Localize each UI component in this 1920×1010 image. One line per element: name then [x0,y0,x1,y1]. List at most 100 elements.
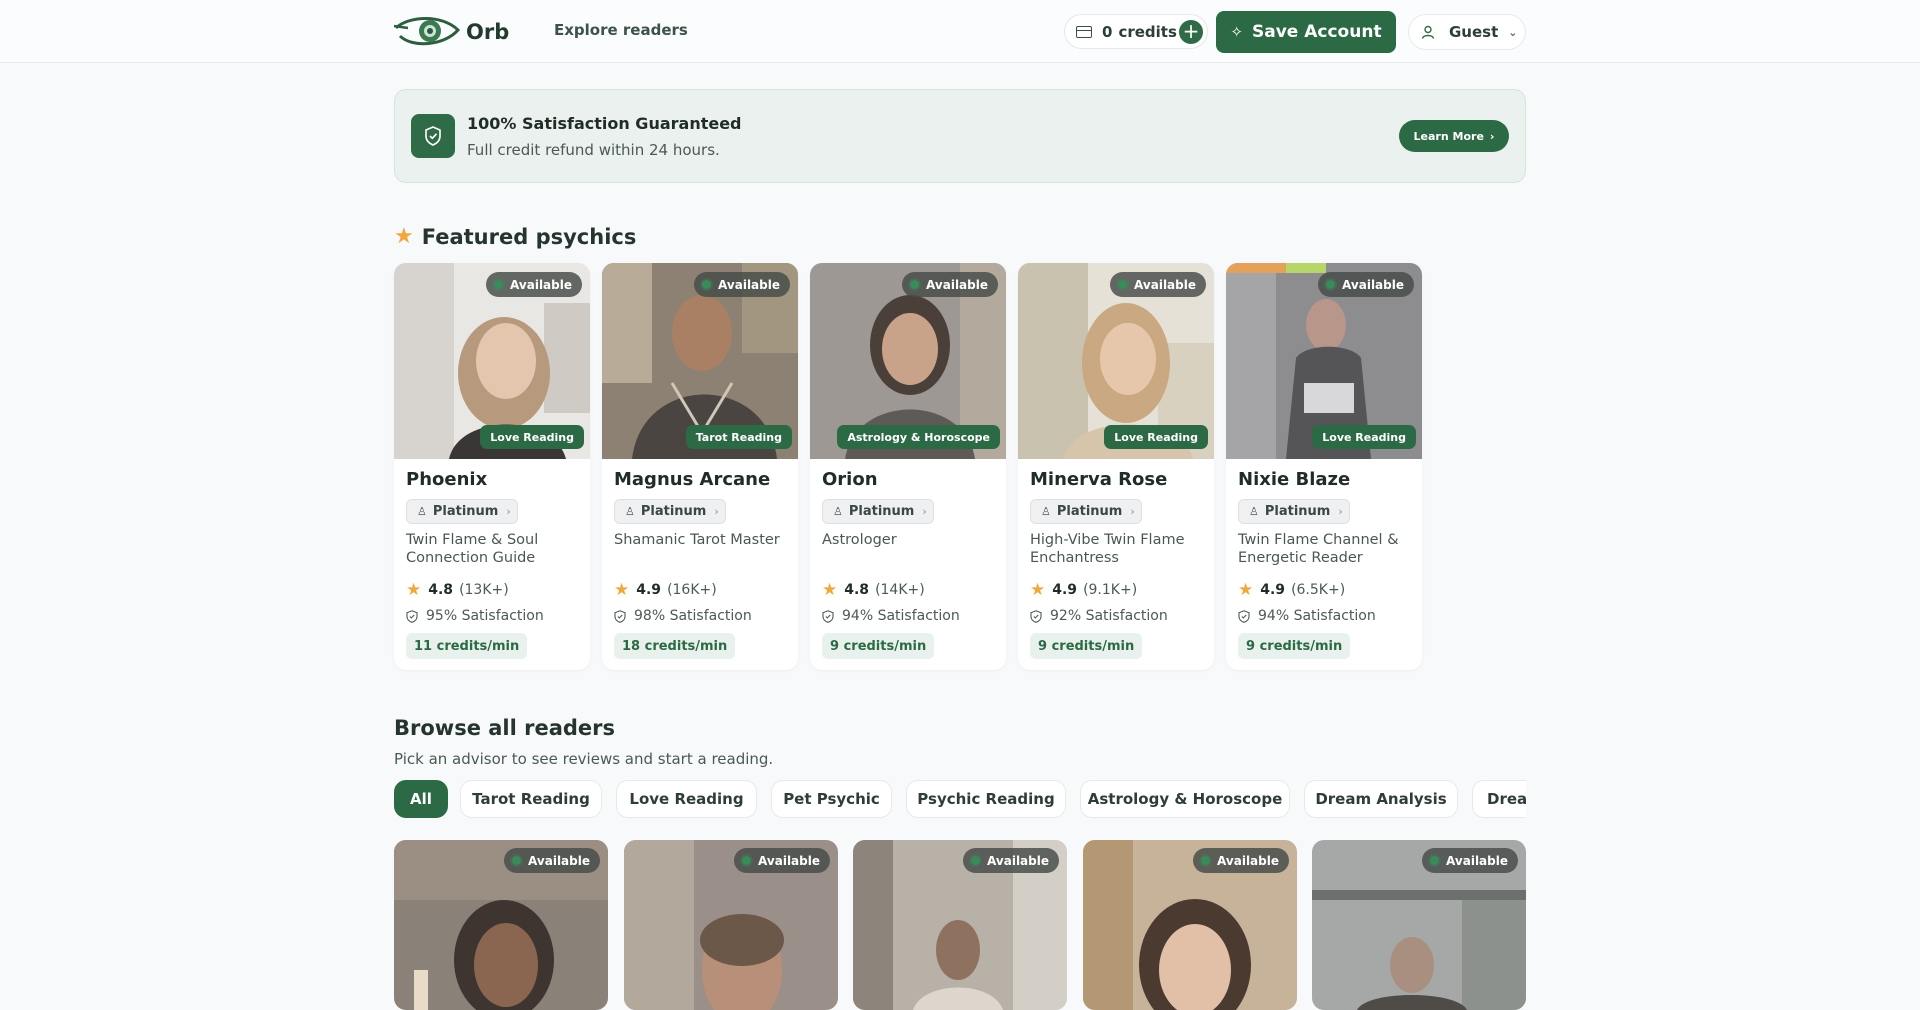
status-dot-icon [1118,280,1128,289]
learn-more-button[interactable]: Learn More › [1399,120,1509,152]
star-icon: ★ [1238,580,1254,600]
save-account-button[interactable]: ✧ Save Account [1216,11,1396,53]
browse-subtitle: Pick an advisor to see reviews and start… [394,750,774,768]
star-icon: ★ [1030,580,1046,600]
rating-value: 4.9 [1052,582,1078,598]
filter-chip-tarot-reading[interactable]: Tarot Reading [460,780,602,818]
filter-chip-all[interactable]: All [394,780,448,818]
filter-chip-love-reading[interactable]: Love Reading [616,780,757,818]
tier-badge[interactable]: ♙ Platinum › [822,499,934,524]
rating: ★ 4.8 (13K+) [406,580,509,600]
tier-label: Platinum [1056,504,1123,519]
medal-icon: ♙ [1041,505,1051,518]
status-badge: Available [1422,848,1518,873]
credits-count: 0 [1102,22,1113,41]
user-name: Guest [1449,23,1499,41]
filter-chip-psychic-reading[interactable]: Psychic Reading [906,780,1066,818]
featured-card[interactable]: Available Astrology & Horoscope Orion ♙ P… [810,263,1006,670]
status-dot-icon [971,856,981,865]
status-dot-icon [702,280,712,289]
category-tag: Love Reading [1104,425,1208,449]
tier-label: Platinum [848,504,915,519]
status-label: Available [1217,853,1279,868]
rating: ★ 4.9 (6.5K+) [1238,580,1345,600]
category-filter-bar[interactable]: All Tarot Reading Love Reading Pet Psych… [394,780,1526,818]
add-credits-button[interactable]: + [1179,20,1203,44]
price-badge: 11 credits/min [406,633,528,659]
filter-chip-astrology-horoscope[interactable]: Astrology & Horoscope [1080,780,1290,818]
filter-chip-pet-psychic[interactable]: Pet Psychic [771,780,892,818]
browse-heading: Browse all readers [394,716,616,740]
featured-card[interactable]: Available Love Reading Minerva Rose ♙ Pla… [1018,263,1214,670]
status-dot-icon [1201,856,1211,865]
satisfaction-label: 92% Satisfaction [1050,608,1168,624]
status-dot-icon [742,856,752,865]
status-dot-icon [1326,280,1336,289]
reader-card[interactable]: Available [624,840,838,1010]
tier-label: Platinum [432,504,499,519]
satisfaction-label: 98% Satisfaction [634,608,752,624]
satisfaction: 94% Satisfaction [822,608,960,624]
star-icon: ★ [406,580,422,600]
satisfaction-label: 95% Satisfaction [426,608,544,624]
satisfaction: 98% Satisfaction [614,608,752,624]
category-tag: Astrology & Horoscope [837,425,1000,449]
chevron-right-icon: › [506,505,511,518]
price-badge: 9 credits/min [822,633,935,659]
credits-pill[interactable]: 0 credits + [1064,14,1208,49]
featured-heading: ★ Featured psychics [394,224,636,249]
review-count: (13K+) [459,582,509,598]
user-menu[interactable]: Guest ⌄ [1408,14,1526,50]
status-badge: Available [1193,848,1289,873]
tier-label: Platinum [1264,504,1331,519]
featured-card[interactable]: Available Love Reading Phoenix ♙ Platinum… [394,263,590,670]
rating: ★ 4.9 (9.1K+) [1030,580,1137,600]
tier-badge[interactable]: ♙ Platinum › [1238,499,1350,524]
eye-logo-icon [394,17,460,46]
status-dot-icon [494,280,504,289]
reader-description: Astrologer [822,532,897,548]
featured-card[interactable]: Available Love Reading Nixie Blaze ♙ Plat… [1226,263,1422,670]
shield-check-icon [406,609,418,623]
filter-chip-dream[interactable]: Dream [1472,780,1526,818]
explore-readers-link[interactable]: Explore readers [554,21,688,39]
reader-card[interactable]: Available [1312,840,1526,1010]
price-badge: 9 credits/min [1238,633,1351,659]
filter-chip-dream-analysis[interactable]: Dream Analysis [1304,780,1458,818]
reader-card[interactable]: Available [1083,840,1297,1010]
status-label: Available [718,277,780,292]
featured-card[interactable]: Available Tarot Reading Magnus Arcane ♙ P… [602,263,798,670]
price-badge: 18 credits/min [614,633,736,659]
logo[interactable]: Orb [394,13,509,51]
category-tag: Tarot Reading [685,425,792,449]
reader-description: Shamanic Tarot Master [614,532,780,548]
reader-card[interactable]: Available [853,840,1067,1010]
status-badge: Available [902,272,998,297]
reader-name: Magnus Arcane [614,469,771,490]
medal-icon: ♙ [417,505,427,518]
status-dot-icon [910,280,920,289]
guarantee-banner: 100% Satisfaction Guaranteed Full credit… [394,89,1526,183]
rating: ★ 4.8 (14K+) [822,580,925,600]
rating-value: 4.9 [1260,582,1286,598]
status-badge: Available [1318,272,1414,297]
status-label: Available [758,853,820,868]
reader-description: High-Vibe Twin Flame Enchantress [1030,532,1185,566]
satisfaction-label: 94% Satisfaction [842,608,960,624]
tier-badge[interactable]: ♙ Platinum › [1030,499,1142,524]
status-label: Available [1446,853,1508,868]
reader-name: Phoenix [406,469,488,490]
star-icon: ★ [822,580,838,600]
status-label: Available [528,853,590,868]
featured-title: Featured psychics [421,224,637,249]
tier-badge[interactable]: ♙ Platinum › [406,499,518,524]
status-badge: Available [734,848,830,873]
banner-subtitle: Full credit refund within 24 hours. [467,141,720,159]
credits-label: credits [1118,22,1177,41]
status-label: Available [1134,277,1196,292]
tier-badge[interactable]: ♙ Platinum › [614,499,726,524]
reader-card[interactable]: Available [394,840,608,1010]
top-nav: Orb Explore readers 0 credits + ✧ Save A… [0,0,1920,63]
shield-check-icon [822,609,834,623]
sparkle-icon: ✧ [1230,23,1243,41]
